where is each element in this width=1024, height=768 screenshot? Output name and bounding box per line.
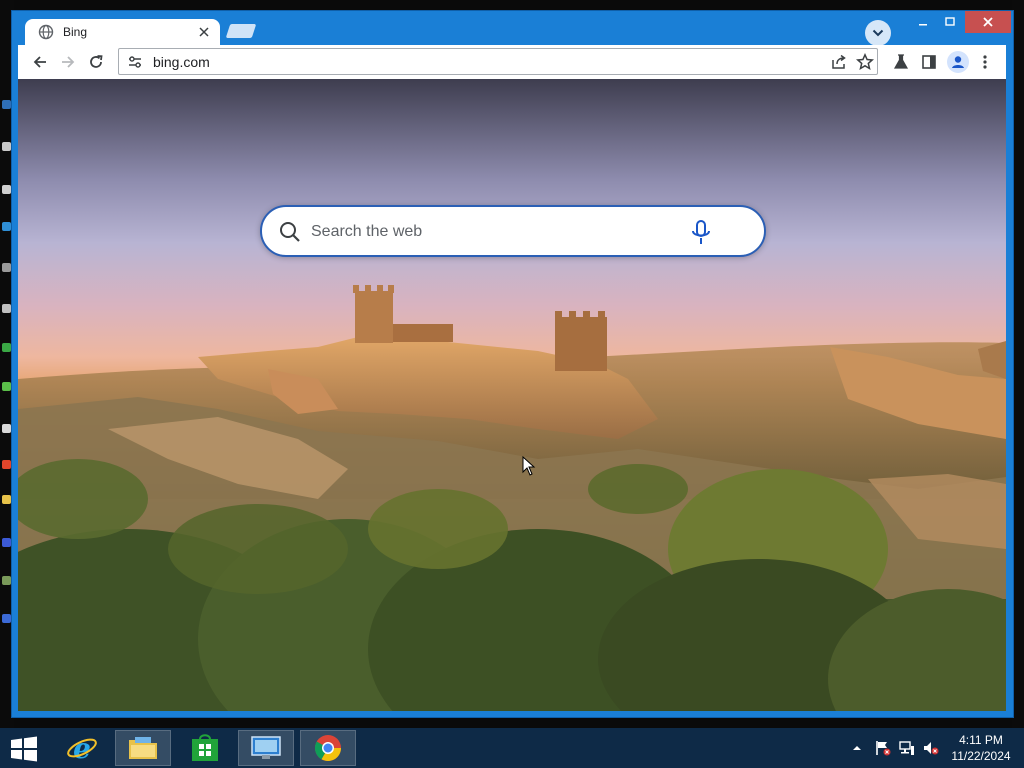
taskbar-internet-explorer[interactable]: e <box>54 730 110 766</box>
desktop-shortcut-icon[interactable] <box>2 495 11 504</box>
new-tab-button[interactable] <box>225 24 257 38</box>
arrow-right-icon <box>62 56 75 68</box>
bing-homepage: Search the web <box>18 79 1006 711</box>
desktop-shortcut-icon[interactable] <box>2 460 11 469</box>
microphone-icon[interactable] <box>690 220 712 246</box>
taskbar-remote-desktop[interactable] <box>238 730 294 766</box>
background-landscape-image <box>18 285 1006 711</box>
url-text[interactable]: bing.com <box>153 54 210 70</box>
reload-button[interactable] <box>84 50 108 74</box>
forward-button[interactable] <box>56 50 80 74</box>
desktop-shortcut-icon[interactable] <box>2 343 11 352</box>
tab-title: Bing <box>63 25 88 39</box>
maximize-icon <box>945 17 955 26</box>
side-panel-icon[interactable] <box>920 53 938 71</box>
chevron-down-icon <box>872 29 884 37</box>
folder-icon <box>129 737 157 759</box>
close-tab-icon[interactable] <box>196 24 212 40</box>
share-icon[interactable] <box>831 54 847 70</box>
network-icon[interactable] <box>898 740 916 756</box>
maximize-button[interactable] <box>937 11 963 33</box>
desktop-shortcut-icon[interactable] <box>2 222 11 231</box>
browser-toolbar: bing.com <box>18 45 1006 79</box>
address-bar[interactable]: bing.com <box>118 48 878 75</box>
minimize-icon <box>919 24 927 26</box>
reload-icon <box>90 55 103 68</box>
taskbar-chrome[interactable] <box>300 730 356 766</box>
desktop-shortcut-icon[interactable] <box>2 424 11 433</box>
profile-avatar-icon[interactable] <box>947 51 969 73</box>
minimize-button[interactable] <box>910 11 936 33</box>
remote-desktop-icon <box>251 736 281 759</box>
bookmark-star-icon[interactable] <box>856 53 874 71</box>
back-button[interactable] <box>28 50 52 74</box>
tab-bing[interactable]: Bing <box>25 19 220 45</box>
arrow-left-icon <box>33 56 46 68</box>
desktop-shortcut-icon[interactable] <box>2 185 11 194</box>
browser-window: Bing bing.com Search the web <box>11 10 1014 718</box>
desktop-shortcut-icon[interactable] <box>2 382 11 391</box>
title-bar[interactable]: Bing <box>12 11 1013 46</box>
volume-muted-icon[interactable] <box>922 740 940 756</box>
desktop-shortcut-icon[interactable] <box>2 142 11 151</box>
desktop-shortcut-icon[interactable] <box>2 538 11 547</box>
clock-time: 4:11 PM <box>959 733 1003 747</box>
tab-search-button[interactable] <box>865 20 891 46</box>
show-hidden-icons-button[interactable] <box>850 740 864 756</box>
system-clock[interactable]: 4:11 PM 11/22/2024 <box>945 732 1017 764</box>
taskbar-file-explorer[interactable] <box>115 730 171 766</box>
labs-flask-icon[interactable] <box>892 53 910 71</box>
close-icon <box>983 17 993 27</box>
desktop-shortcut-icon[interactable] <box>2 614 11 623</box>
taskbar: e 4:11 PM 11/22/2024 <box>0 728 1024 768</box>
search-input[interactable]: Search the web <box>311 223 422 241</box>
chrome-icon <box>314 735 342 762</box>
close-window-button[interactable] <box>965 11 1011 33</box>
desktop-shortcut-icon[interactable] <box>2 304 11 313</box>
internet-explorer-icon: e <box>67 732 97 764</box>
globe-icon <box>38 24 54 40</box>
mouse-cursor-icon <box>522 456 536 476</box>
windows-start-icon[interactable] <box>8 736 40 762</box>
search-icon[interactable] <box>278 220 302 244</box>
desktop-shortcut-icon[interactable] <box>2 263 11 272</box>
search-box[interactable]: Search the web <box>260 205 766 257</box>
desktop-shortcut-icon[interactable] <box>2 576 11 585</box>
store-icon <box>192 734 218 761</box>
taskbar-store[interactable] <box>177 730 233 766</box>
chevron-up-icon <box>853 746 861 750</box>
site-settings-icon[interactable] <box>128 55 142 69</box>
action-center-flag-icon[interactable] <box>874 740 892 756</box>
svg-text:e: e <box>73 732 91 764</box>
clock-date: 11/22/2024 <box>951 749 1011 763</box>
more-menu-icon[interactable] <box>976 53 994 71</box>
desktop-shortcut-icon[interactable] <box>2 100 11 109</box>
